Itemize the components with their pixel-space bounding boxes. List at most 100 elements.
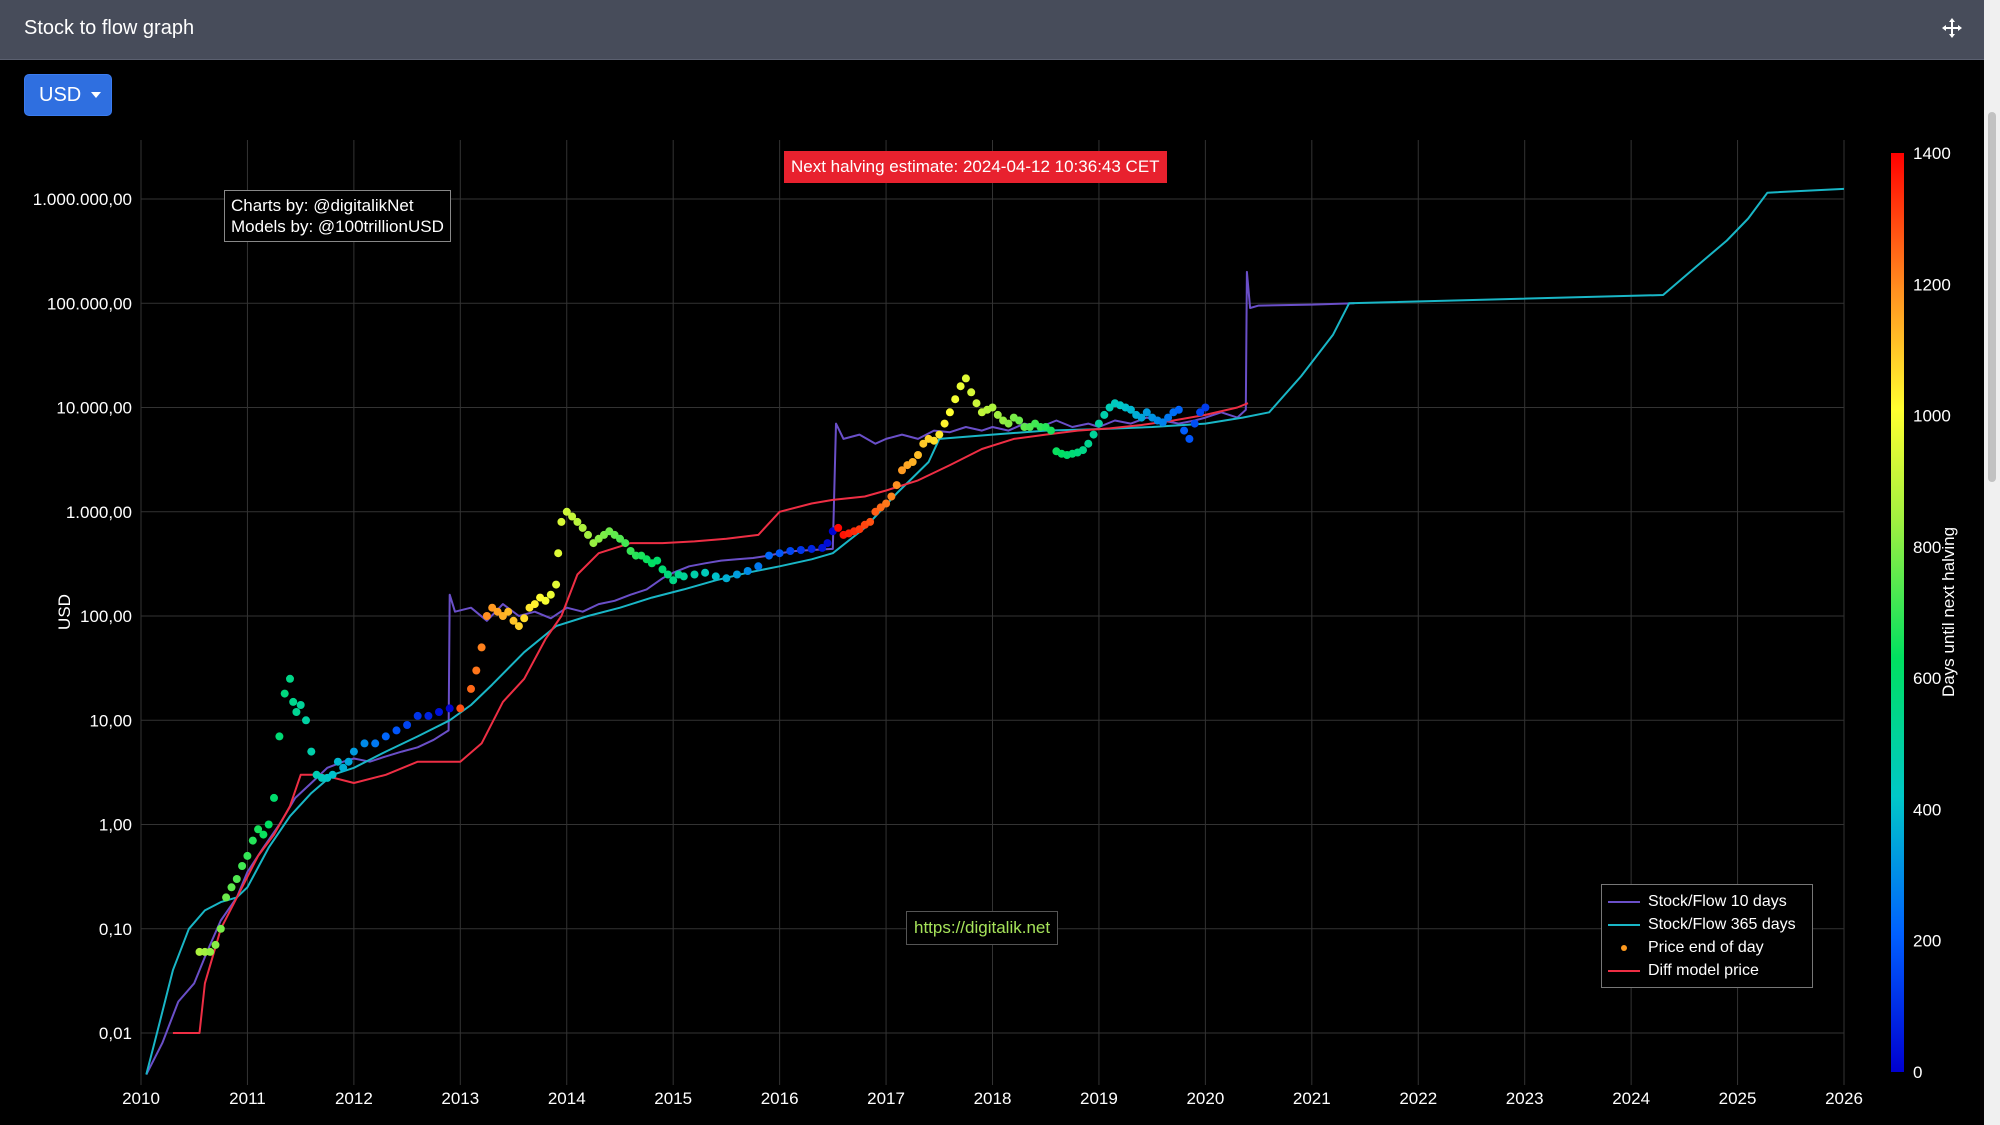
- x-tick-label: 2014: [548, 1089, 586, 1108]
- price-point: [349, 747, 358, 756]
- scrollbar-thumb[interactable]: [1988, 112, 1996, 482]
- legend-line-icon: [1608, 897, 1644, 907]
- price-point: [333, 757, 342, 766]
- price-point: [930, 436, 938, 445]
- price-point: [892, 481, 901, 490]
- price-point: [227, 883, 236, 892]
- price-point: [328, 770, 337, 779]
- colorbar-tick-label: 1200: [1913, 275, 1951, 294]
- price-point: [360, 739, 369, 748]
- legend-line-icon: [1608, 920, 1644, 930]
- currency-dropdown-button[interactable]: USD: [24, 74, 112, 116]
- price-point: [988, 403, 997, 412]
- y-tick-label: 0,10: [99, 920, 132, 939]
- x-tick-label: 2015: [654, 1089, 692, 1108]
- price-point: [754, 562, 763, 571]
- colorbar-tick-label: 200: [1913, 932, 1941, 951]
- series-line-stock-flow-10-days: [145, 270, 1355, 1075]
- price-point: [1174, 405, 1183, 414]
- price-point: [945, 408, 954, 417]
- price-point: [302, 716, 310, 725]
- price-point: [765, 551, 773, 560]
- credits-charts: Charts by: @digitalikNet: [231, 196, 414, 215]
- price-point: [690, 570, 699, 579]
- next-halving-banner: Next halving estimate: 2024-04-12 10:36:…: [784, 151, 1167, 183]
- price-point: [259, 830, 268, 839]
- legend-label: Price end of day: [1648, 938, 1764, 956]
- price-point: [967, 388, 976, 397]
- price-point: [775, 549, 784, 558]
- price-point: [1201, 403, 1210, 412]
- y-tick-label: 0,01: [99, 1024, 132, 1043]
- price-point: [722, 574, 731, 583]
- price-point: [504, 607, 513, 616]
- price-point: [222, 893, 231, 902]
- x-tick-label: 2023: [1506, 1089, 1544, 1108]
- price-point: [243, 851, 252, 860]
- x-tick-label: 2019: [1080, 1089, 1118, 1108]
- price-point: [552, 580, 561, 589]
- price-point: [216, 924, 225, 933]
- currency-label: USD: [39, 83, 82, 106]
- price-point: [908, 458, 917, 466]
- x-tick-label: 2016: [761, 1089, 799, 1108]
- price-point: [307, 747, 316, 756]
- x-tick-label: 2017: [867, 1089, 905, 1108]
- price-point: [1094, 419, 1103, 428]
- price-point: [887, 492, 896, 501]
- y-tick-label: 100.000,00: [47, 294, 132, 313]
- legend-item-sf10[interactable]: Stock/Flow 10 days: [1602, 890, 1812, 913]
- colorbar-tick-label: 1000: [1913, 407, 1951, 426]
- y-tick-label: 10,00: [89, 711, 132, 730]
- legend-label: Stock/Flow 10 days: [1648, 892, 1787, 910]
- price-point: [1047, 426, 1055, 435]
- price-point: [834, 523, 843, 532]
- price-point: [248, 836, 257, 845]
- price-point: [403, 721, 412, 729]
- price-point: [289, 697, 298, 706]
- x-tick-label: 2013: [441, 1089, 479, 1108]
- x-tick-label: 2022: [1399, 1089, 1437, 1108]
- legend-item-sf365[interactable]: Stock/Flow 365 days: [1602, 913, 1812, 936]
- chevron-down-icon: [91, 92, 102, 98]
- x-tick-label: 2021: [1293, 1089, 1331, 1108]
- price-point: [554, 549, 563, 558]
- price-point: [743, 567, 752, 575]
- price-point: [286, 674, 294, 683]
- y-axis-ticks: 0,01 0,10 1,00 10,00 100,00 1.000,00 10.000,00…: [33, 190, 132, 1043]
- colorbar-tick-label: 400: [1913, 800, 1941, 819]
- website-watermark[interactable]: https://digitalik.net: [906, 911, 1059, 945]
- legend-item-price[interactable]: Price end of day: [1602, 936, 1812, 959]
- colorbar-tick-label: 1400: [1913, 144, 1951, 163]
- x-tick-label: 2020: [1186, 1089, 1224, 1108]
- price-point: [435, 708, 443, 716]
- price-point: [238, 862, 247, 870]
- price-point: [961, 374, 970, 383]
- window-title: Stock to flow graph: [24, 17, 195, 39]
- legend-label: Stock/Flow 365 days: [1648, 915, 1796, 933]
- legend-label: Diff model price: [1648, 961, 1759, 979]
- price-point: [733, 570, 741, 579]
- price-point: [807, 544, 816, 553]
- price-point: [1100, 410, 1109, 419]
- colorbar-tick-label: 600: [1913, 669, 1941, 688]
- window-titlebar: Stock to flow graph: [0, 0, 1984, 60]
- price-point: [530, 600, 539, 609]
- price-point: [292, 708, 301, 716]
- legend-line-icon: [1608, 966, 1644, 976]
- price-point: [621, 539, 630, 548]
- price-point: [371, 739, 380, 748]
- price-point: [940, 419, 949, 428]
- price-point: [972, 399, 981, 408]
- price-point: [275, 732, 284, 741]
- price-point: [445, 704, 454, 713]
- price-point: [786, 547, 795, 555]
- price-point: [392, 726, 401, 735]
- move-icon[interactable]: [1940, 16, 1964, 40]
- y-tick-label: 1,00: [99, 816, 132, 835]
- price-point: [823, 539, 832, 548]
- colorbar-tick-label: 800: [1913, 538, 1941, 557]
- price-point: [270, 793, 278, 802]
- legend-item-diff[interactable]: Diff model price: [1602, 959, 1812, 982]
- price-point: [882, 499, 891, 508]
